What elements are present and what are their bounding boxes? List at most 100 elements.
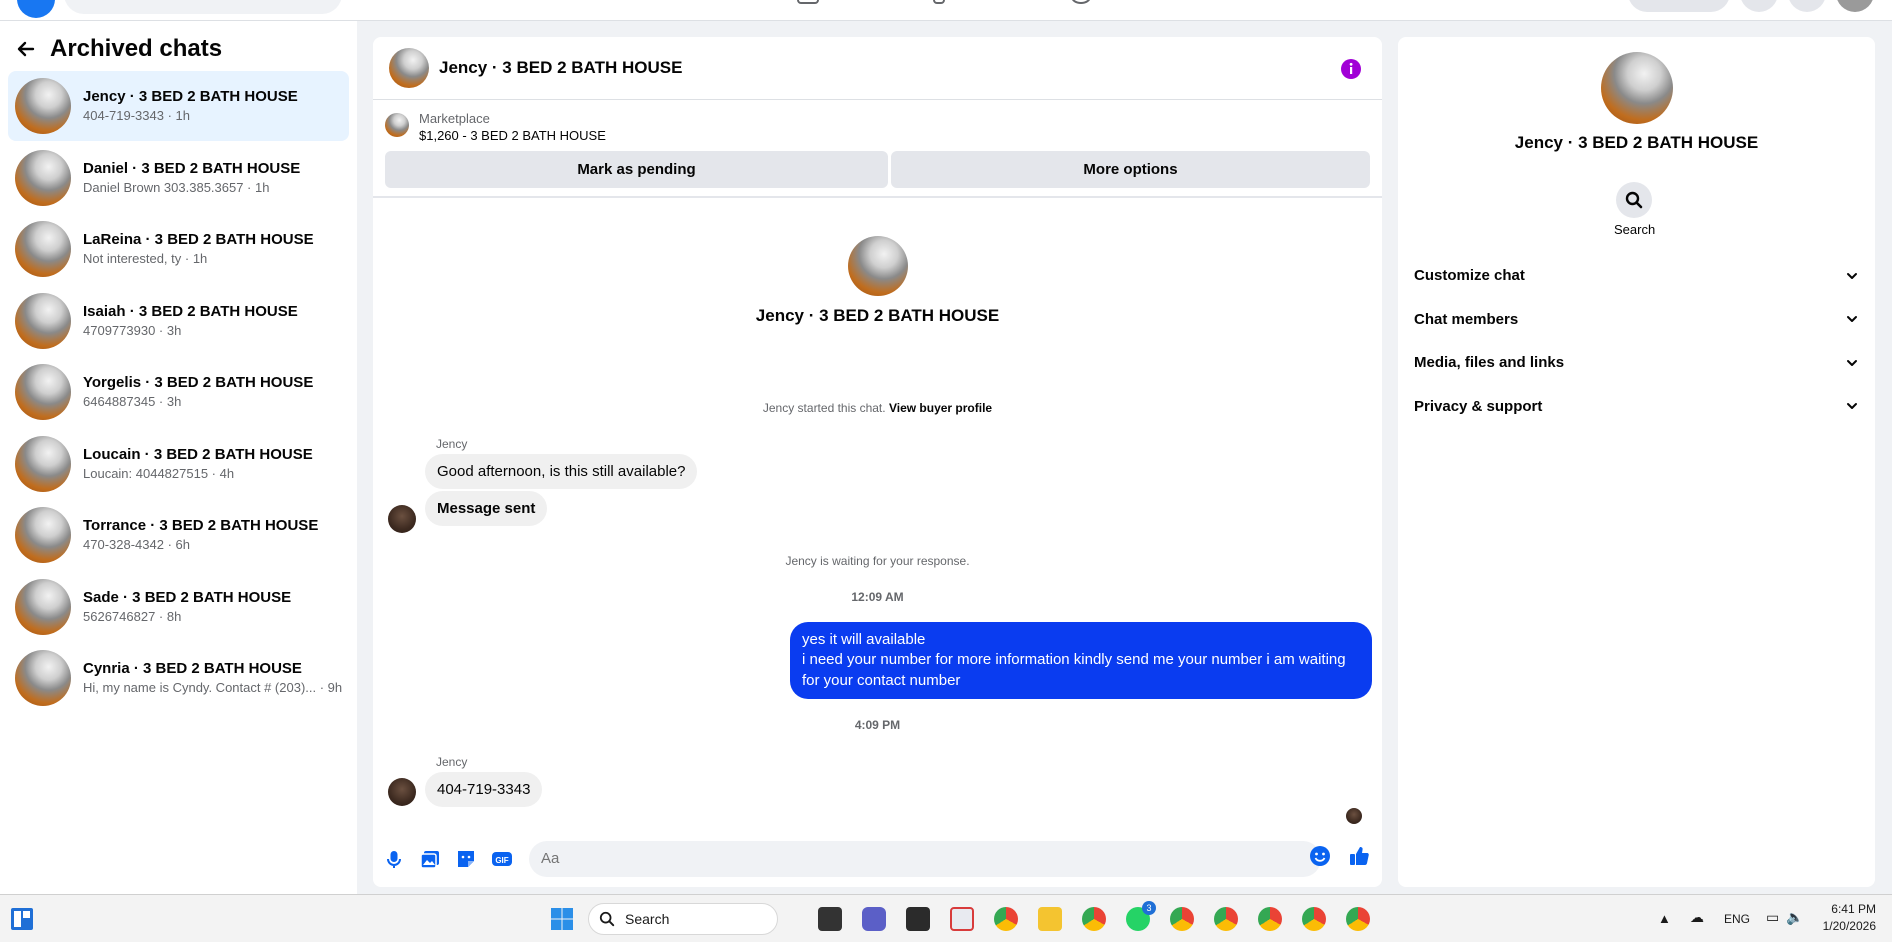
mobile-nav-icon[interactable] bbox=[933, 0, 945, 4]
info-icon[interactable] bbox=[1340, 58, 1362, 80]
svg-text:GIF: GIF bbox=[495, 856, 508, 865]
sticker-icon[interactable] bbox=[455, 848, 477, 870]
conversation-name: Jency · 3 BED 2 BATH HOUSE bbox=[83, 88, 298, 106]
conversation-item[interactable]: Isaiah · 3 BED 2 BATH HOUSE 4709773930 · … bbox=[8, 286, 349, 356]
chrome-profile-icon[interactable] bbox=[1170, 907, 1194, 931]
menu-grid-icon[interactable] bbox=[1740, 0, 1778, 12]
language-indicator[interactable]: ENG bbox=[1724, 912, 1750, 926]
cloud-offline-icon[interactable]: ☁ bbox=[1690, 909, 1704, 926]
chevron-down-icon[interactable] bbox=[1845, 312, 1859, 326]
incoming-message[interactable]: 404-719-3343 bbox=[425, 772, 543, 807]
details-section[interactable]: Chat members bbox=[1414, 311, 1859, 328]
conversation-item[interactable]: Yorgelis · 3 BED 2 BATH HOUSE 6464887345 … bbox=[8, 357, 349, 427]
gif-icon[interactable]: GIF bbox=[491, 848, 513, 870]
marketplace-listing[interactable]: Marketplace $1,260 - 3 BED 2 BATH HOUSE bbox=[385, 111, 606, 143]
chat-header-title[interactable]: Jency · 3 BED 2 BATH HOUSE bbox=[439, 58, 682, 78]
more-options-button[interactable]: More options bbox=[891, 151, 1370, 188]
conversation-avatar[interactable] bbox=[15, 650, 71, 706]
whatsapp-icon[interactable]: 3 bbox=[1126, 901, 1156, 931]
sender-avatar[interactable] bbox=[388, 778, 416, 806]
file-explorer-icon[interactable] bbox=[1038, 907, 1062, 931]
marketplace-nav-icon[interactable] bbox=[797, 0, 819, 4]
chevron-down-icon[interactable] bbox=[1845, 269, 1859, 283]
chrome-profile-icon[interactable] bbox=[1346, 907, 1370, 931]
message-input[interactable] bbox=[529, 841, 1321, 877]
chevron-down-icon[interactable] bbox=[1845, 356, 1859, 370]
taskbar-search-box[interactable]: Search bbox=[588, 903, 778, 935]
conversation-preview: Loucain: 4044827515 · 4h bbox=[83, 465, 235, 481]
sender-avatar[interactable] bbox=[388, 505, 416, 533]
chat-header[interactable]: Jency · 3 BED 2 BATH HOUSE bbox=[373, 37, 1382, 100]
conversation-avatar[interactable] bbox=[15, 221, 71, 277]
teams-chat-icon[interactable] bbox=[862, 907, 886, 931]
arrow-left-icon[interactable] bbox=[16, 39, 36, 59]
facebook-logo-icon[interactable] bbox=[17, 0, 55, 18]
conversation-avatar[interactable] bbox=[15, 507, 71, 563]
details-section[interactable]: Customize chat bbox=[1414, 267, 1859, 284]
chat-profile-avatar[interactable] bbox=[847, 236, 908, 296]
outgoing-message[interactable]: yes it will available i need your number… bbox=[790, 622, 1372, 699]
details-section-label: Media, files and links bbox=[1414, 354, 1565, 371]
widgets-icon[interactable] bbox=[10, 907, 34, 931]
conversation-name: Yorgelis · 3 BED 2 BATH HOUSE bbox=[83, 374, 314, 392]
photo-icon[interactable] bbox=[419, 848, 441, 870]
chrome-icon[interactable] bbox=[994, 907, 1018, 931]
chat-header-avatar[interactable] bbox=[389, 48, 429, 88]
chat-started-notice: Jency started this chat. View buyer prof… bbox=[373, 401, 1382, 415]
conversation-avatar[interactable] bbox=[15, 364, 71, 420]
conversation-item[interactable]: Torrance · 3 BED 2 BATH HOUSE 470-328-434… bbox=[8, 500, 349, 570]
conversation-avatar[interactable] bbox=[15, 578, 71, 635]
chat-profile-name: Jency · 3 BED 2 BATH HOUSE bbox=[755, 306, 1000, 325]
conversation-preview: 5626746827 · 8h bbox=[83, 608, 182, 624]
conversation-name: Daniel · 3 BED 2 BATH HOUSE bbox=[83, 159, 301, 177]
clock-time[interactable]: 6:41 PM bbox=[1830, 902, 1876, 916]
timestamp-divider: 4:09 PM bbox=[854, 718, 901, 732]
chrome-profile-icon[interactable] bbox=[1258, 907, 1282, 931]
chevron-up-icon[interactable]: ▲ bbox=[1658, 911, 1671, 926]
start-windows-icon[interactable] bbox=[550, 907, 574, 931]
conversation-item[interactable]: Sade · 3 BED 2 BATH HOUSE 5626746827 · 8h bbox=[8, 572, 349, 642]
conversation-preview: Daniel Brown 303.385.3657 · 1h bbox=[83, 179, 270, 195]
conversation-avatar[interactable] bbox=[15, 149, 71, 206]
volume-icon[interactable]: 🔈 bbox=[1786, 909, 1803, 926]
chrome-profile-icon[interactable] bbox=[1302, 907, 1326, 931]
profile-avatar[interactable] bbox=[1836, 0, 1874, 12]
details-section[interactable]: Privacy & support bbox=[1414, 398, 1859, 415]
conversation-item[interactable]: Cynria · 3 BED 2 BATH HOUSE Hi, my name i… bbox=[8, 643, 349, 713]
emoji-icon[interactable] bbox=[1309, 845, 1331, 867]
microphone-icon[interactable] bbox=[383, 848, 405, 870]
chrome-profile-icon[interactable] bbox=[1082, 907, 1106, 931]
network-icon[interactable]: ▭ bbox=[1766, 909, 1779, 926]
chrome-profile-icon[interactable] bbox=[1214, 907, 1238, 931]
conversation-item[interactable]: Loucain · 3 BED 2 BATH HOUSE Loucain: 404… bbox=[8, 429, 349, 499]
conversation-item[interactable]: Daniel · 3 BED 2 BATH HOUSE Daniel Brown … bbox=[8, 143, 349, 213]
snipping-tool-icon[interactable] bbox=[950, 907, 974, 931]
find-friends-button[interactable] bbox=[1628, 0, 1730, 12]
conversation-item[interactable]: LaReina · 3 BED 2 BATH HOUSE Not interest… bbox=[8, 214, 349, 284]
search-in-conversation-button[interactable]: Search bbox=[1614, 182, 1655, 237]
search-icon[interactable] bbox=[1616, 182, 1652, 218]
incoming-message[interactable]: Message sent bbox=[425, 491, 548, 526]
facebook-search-input[interactable] bbox=[64, 0, 342, 14]
mark-as-pending-button[interactable]: Mark as pending bbox=[385, 151, 888, 188]
messenger-icon[interactable] bbox=[1788, 0, 1826, 12]
conversation-preview: 404-719-3343 · 1h bbox=[83, 108, 190, 124]
task-view-icon[interactable] bbox=[818, 907, 842, 931]
conversation-item[interactable]: Jency · 3 BED 2 BATH HOUSE 404-719-3343 ·… bbox=[8, 71, 349, 141]
sticky-notes-icon[interactable] bbox=[906, 907, 930, 931]
conversation-avatar[interactable] bbox=[15, 292, 71, 349]
incoming-message[interactable]: Good afternoon, is this still available? bbox=[425, 454, 698, 489]
thumbs-up-icon[interactable] bbox=[1348, 845, 1370, 867]
conversation-name: Sade · 3 BED 2 BATH HOUSE bbox=[83, 588, 292, 606]
details-section[interactable]: Media, files and links bbox=[1414, 354, 1859, 371]
view-buyer-profile-link[interactable]: View buyer profile bbox=[889, 401, 992, 415]
chat-profile-summary: Jency · 3 BED 2 BATH HOUSE bbox=[373, 236, 1382, 326]
clock-date[interactable]: 1/20/2026 bbox=[1818, 919, 1876, 933]
conversation-avatar[interactable] bbox=[15, 435, 71, 492]
chevron-down-icon[interactable] bbox=[1845, 399, 1859, 413]
details-avatar[interactable] bbox=[1600, 52, 1673, 124]
conversation-preview: 4709773930 · 3h bbox=[83, 322, 182, 338]
gaming-nav-icon[interactable] bbox=[1071, 0, 1091, 4]
listing-thumbnail bbox=[385, 113, 409, 137]
conversation-avatar[interactable] bbox=[15, 78, 71, 134]
